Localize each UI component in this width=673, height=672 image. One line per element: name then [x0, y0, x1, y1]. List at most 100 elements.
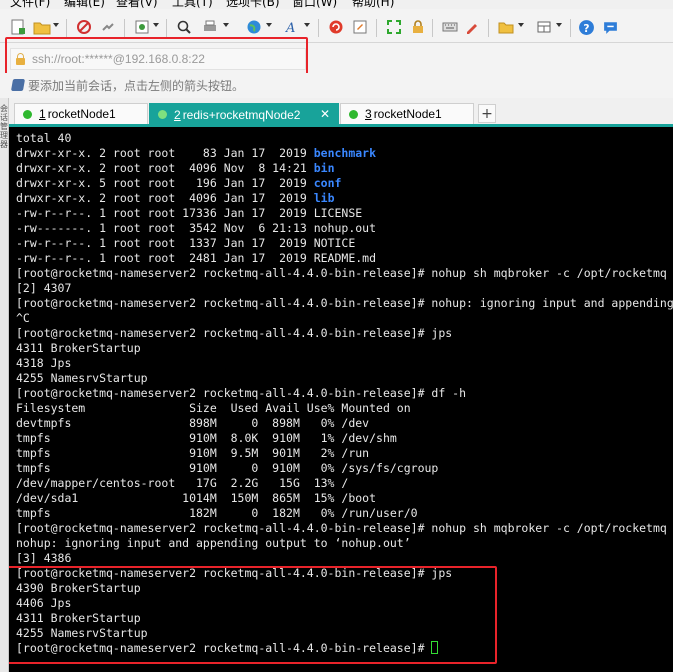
terminal-text: /dev/mapper/centos-root 17G 2.2G 15G 13%…	[16, 476, 349, 490]
chevron-down-icon[interactable]	[518, 23, 524, 27]
tab-number: 3	[365, 107, 372, 121]
terminal-line: drwxr-xr-x. 2 root root 83 Jan 17 2019 b…	[16, 146, 673, 161]
directory-name: benchmark	[313, 146, 377, 160]
session-manager-strip[interactable]: 会话管理器	[0, 98, 9, 672]
separator	[488, 19, 489, 37]
separator	[432, 19, 433, 37]
chevron-down-icon[interactable]	[153, 23, 159, 27]
tab-2[interactable]: 2 redis+rocketmqNode2 ✕	[149, 103, 339, 125]
terminal-line: tmpfs 910M 0 910M 0% /sys/fs/cgroup	[16, 461, 673, 476]
chevron-down-icon[interactable]	[304, 23, 310, 27]
terminal-line: 4311 BrokerStartup	[16, 341, 673, 356]
terminal-text: drwxr-xr-x. 5 root root 196 Jan 17 2019	[16, 176, 314, 190]
highlight-box-jps	[9, 566, 497, 664]
svg-text:A: A	[285, 21, 295, 35]
chevron-down-icon[interactable]	[223, 23, 229, 27]
tab-label: rocketNode1	[47, 107, 116, 121]
terminal-line: [root@rocketmq-nameserver2 rocketmq-all-…	[16, 521, 673, 536]
terminal-line: -rw-r--r--. 1 root root 1337 Jan 17 2019…	[16, 236, 673, 251]
globe-icon[interactable]	[244, 18, 264, 36]
menu-edit[interactable]: 编辑(E)	[64, 0, 105, 9]
terminal-line: 4318 Jps	[16, 356, 673, 371]
terminal-line: -rw-------. 1 root root 3542 Nov 6 21:13…	[16, 221, 673, 236]
session-manager-label: 会话管理器	[0, 104, 8, 149]
tab-bar: 1 rocketNode1 2 redis+rocketmqNode2 ✕ 3 roc…	[9, 98, 673, 127]
open-folder-icon[interactable]	[32, 18, 52, 36]
add-tab-button[interactable]: +	[478, 104, 496, 123]
terminal-text: 4311 BrokerStartup	[16, 341, 141, 355]
terminal-line: drwxr-xr-x. 5 root root 196 Jan 17 2019 …	[16, 176, 673, 191]
terminal-text: -rw-------. 1 root root 3542 Nov 6 21:13…	[16, 221, 377, 235]
find-icon[interactable]	[174, 18, 194, 36]
separator	[124, 19, 125, 37]
layout-icon[interactable]	[534, 18, 554, 36]
terminal-line: -rw-r--r--. 1 root root 17336 Jan 17 201…	[16, 206, 673, 221]
terminal-text: Filesystem Size Used Avail Use% Mounted …	[16, 401, 411, 415]
chevron-down-icon[interactable]	[53, 23, 59, 27]
tab-number: 1	[39, 107, 46, 121]
chevron-down-icon[interactable]	[556, 23, 562, 27]
terminal-line: /dev/mapper/centos-root 17G 2.2G 15G 13%…	[16, 476, 673, 491]
fullscreen-icon[interactable]	[384, 18, 404, 36]
xftp-icon[interactable]	[326, 18, 346, 36]
menu-file[interactable]: 文件(F)	[10, 0, 50, 9]
tab-1[interactable]: 1 rocketNode1	[14, 103, 148, 124]
terminal-text: tmpfs 910M 0 910M 0% /sys/fs/cgroup	[16, 461, 439, 475]
terminal-line: [2] 4307	[16, 281, 673, 296]
terminal-text: [root@rocketmq-nameserver2 rocketmq-all-…	[16, 326, 453, 340]
connected-dot-icon	[23, 109, 32, 119]
hint-bar: 要添加当前会话，点击左侧的箭头按钮。	[0, 73, 673, 98]
compose-icon[interactable]	[350, 18, 370, 36]
keyboard-icon[interactable]	[440, 18, 460, 36]
terminal-text: total 40	[16, 131, 72, 145]
terminal-line: drwxr-xr-x. 2 root root 4096 Jan 17 2019…	[16, 191, 673, 206]
tab-3[interactable]: 3 rocketNode1	[340, 103, 474, 124]
terminal[interactable]: total 40 drwxr-xr-x. 2 root root 83 Jan 1…	[9, 127, 673, 672]
terminal-text: tmpfs 910M 8.0K 910M 1% /dev/shm	[16, 431, 397, 445]
disconnect-icon[interactable]	[74, 18, 94, 36]
terminal-text: devtmpfs 898M 0 898M 0% /dev	[16, 416, 370, 430]
terminal-line: nohup: ignoring input and appending outp…	[16, 536, 673, 551]
add-folder-icon[interactable]	[496, 18, 516, 36]
chat-icon[interactable]	[600, 18, 620, 36]
terminal-line: 4255 NamesrvStartup	[16, 371, 673, 386]
connected-dot-icon	[349, 109, 358, 119]
terminal-text: drwxr-xr-x. 2 root root 4096 Nov 8 14:21	[16, 161, 314, 175]
chevron-down-icon[interactable]	[266, 23, 272, 27]
terminal-line: tmpfs 182M 0 182M 0% /run/user/0	[16, 506, 673, 521]
reconnect-icon[interactable]	[98, 18, 118, 36]
terminal-line: total 40	[16, 131, 673, 146]
directory-name: conf	[313, 176, 342, 190]
lock-icon[interactable]	[408, 18, 428, 36]
highlight-icon[interactable]	[462, 18, 482, 36]
menu-tabs[interactable]: 选项卡(B)	[226, 0, 280, 9]
close-icon[interactable]: ✕	[320, 107, 330, 121]
help-icon[interactable]: ?	[576, 18, 596, 36]
new-session-icon[interactable]	[8, 18, 28, 36]
separator	[318, 19, 319, 37]
directory-name: bin	[313, 161, 335, 175]
terminal-text: drwxr-xr-x. 2 root root 83 Jan 17 2019	[16, 146, 314, 160]
arrow-icon[interactable]	[10, 79, 26, 91]
menu-view[interactable]: 查看(V)	[116, 0, 158, 9]
separator	[166, 19, 167, 37]
terminal-line: devtmpfs 898M 0 898M 0% /dev	[16, 416, 673, 431]
terminal-text: drwxr-xr-x. 2 root root 4096 Jan 17 2019	[16, 191, 314, 205]
terminal-line: [3] 4386	[16, 551, 673, 566]
terminal-line: tmpfs 910M 8.0K 910M 1% /dev/shm	[16, 431, 673, 446]
terminal-line: ^C	[16, 311, 673, 326]
terminal-line: [root@rocketmq-nameserver2 rocketmq-all-…	[16, 296, 673, 311]
font-icon[interactable]: A	[282, 18, 302, 36]
terminal-line: /dev/sda1 1014M 150M 865M 15% /boot	[16, 491, 673, 506]
terminal-text: tmpfs 182M 0 182M 0% /run/user/0	[16, 506, 418, 520]
menu-window[interactable]: 窗口(W)	[292, 0, 337, 9]
terminal-line: [root@rocketmq-nameserver2 rocketmq-all-…	[16, 386, 673, 401]
terminal-line: Filesystem Size Used Avail Use% Mounted …	[16, 401, 673, 416]
properties-icon[interactable]	[132, 18, 152, 36]
menu-tools[interactable]: 工具(T)	[172, 0, 213, 9]
print-icon[interactable]	[200, 18, 220, 36]
menu-help[interactable]: 帮助(H)	[352, 0, 394, 9]
terminal-text: ^C	[16, 311, 30, 325]
terminal-text: -rw-r--r--. 1 root root 1337 Jan 17 2019…	[16, 236, 356, 250]
terminal-text: [3] 4386	[16, 551, 72, 565]
